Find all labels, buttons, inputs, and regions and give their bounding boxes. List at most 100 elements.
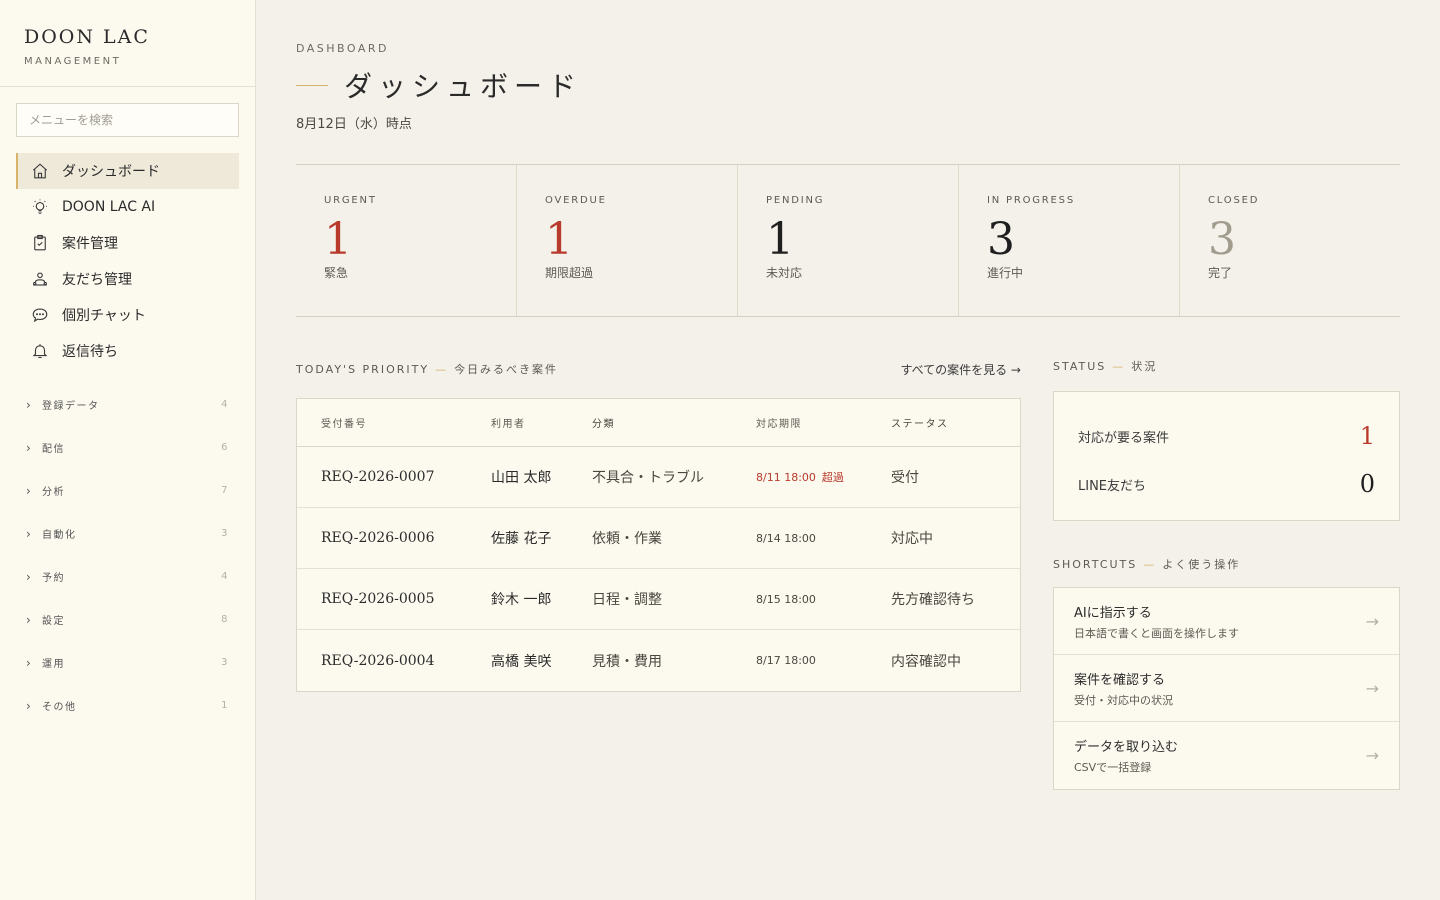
table-row[interactable]: REQ-2026-0004 高橋 美咲 見積・費用 8/17 18:00 内容確… (297, 630, 1020, 691)
lower-section: TODAY'S PRIORITY — 今日みるべき案件 すべての案件を見る → 受付… (296, 357, 1400, 790)
group-count: 6 (221, 442, 229, 453)
nav-group-automation[interactable]: › 自動化 3 (0, 512, 255, 555)
stat-sublabel: 進行中 (987, 266, 1024, 280)
shortcut-import-data[interactable]: データを取り込む CSVで一括登録 → (1054, 722, 1399, 789)
cell-user: 高橋 美咲 (491, 653, 552, 670)
title-dash: — (1143, 558, 1157, 571)
nav-label: 友だち管理 (62, 272, 132, 288)
nav-group-operations[interactable]: › 運用 3 (0, 641, 255, 684)
cell-id: REQ-2026-0006 (321, 530, 435, 546)
clipboard-icon (30, 233, 50, 253)
nav-item-friends[interactable]: 友だち管理 (16, 261, 239, 297)
stat-pending[interactable]: PENDING 1 未対応 (738, 165, 959, 316)
menu-search-input[interactable] (29, 113, 226, 127)
group-count: 3 (221, 528, 229, 539)
right-panel: STATUS — 状況 対応が要る案件 1 LINE友だち 0 SHORTCUTS —… (1053, 357, 1400, 790)
table-row[interactable]: REQ-2026-0005 鈴木 一郎 日程・調整 8/15 18:00 先方確… (297, 569, 1020, 630)
main-content: DASHBOARD ダッシュボード 8月12日（水）時点 URGENT 1 緊急… (296, 0, 1400, 790)
arrow-right-icon: → (1365, 611, 1379, 631)
status-row-line-friends[interactable]: LINE友だち 0 (1078, 460, 1375, 508)
stat-label: OVERDUE (545, 195, 607, 206)
priority-section: TODAY'S PRIORITY — 今日みるべき案件 すべての案件を見る → 受付… (296, 357, 1021, 790)
cell-id: REQ-2026-0005 (321, 591, 435, 607)
group-count: 3 (221, 657, 229, 668)
shortcut-ai-instruct[interactable]: AIに指示する 日本語で書くと画面を操作します → (1054, 588, 1399, 655)
table-row[interactable]: REQ-2026-0007 山田 太郎 不具合・トラブル 8/11 18:00 超… (297, 447, 1020, 508)
page-eyebrow: DASHBOARD (296, 42, 390, 55)
nav-item-dashboard[interactable]: ダッシュボード (16, 153, 239, 189)
shortcut-subtitle: 日本語で書くと画面を操作します (1074, 626, 1239, 640)
stat-closed[interactable]: CLOSED 3 完了 (1180, 165, 1400, 316)
group-count: 8 (221, 614, 229, 625)
nav-item-ai[interactable]: DOON LAC AI (16, 189, 239, 225)
nav-group-distribution[interactable]: › 配信 6 (0, 426, 255, 469)
chevron-right-icon: › (26, 483, 33, 498)
chevron-right-icon: › (26, 698, 33, 713)
group-count: 4 (221, 571, 229, 582)
stat-label: CLOSED (1208, 195, 1260, 206)
shortcuts-title: SHORTCUTS — よく使う操作 (1053, 556, 1240, 572)
table-row[interactable]: REQ-2026-0006 佐藤 花子 依頼・作業 8/14 18:00 対応中 (297, 508, 1020, 569)
cell-user: 鈴木 一郎 (491, 592, 552, 608)
col-header-status[interactable]: ステータス (891, 415, 1020, 430)
cell-due: 8/11 18:00 超過 (756, 469, 891, 485)
brand: DOON LAC MANAGEMENT (0, 0, 255, 87)
nav-group-other[interactable]: › その他 1 (0, 684, 255, 727)
cell-id: REQ-2026-0004 (321, 652, 435, 669)
shortcut-check-cases[interactable]: 案件を確認する 受付・対応中の状況 → (1054, 655, 1399, 722)
status-value: 0 (1359, 470, 1375, 498)
cell-user: 山田 太郎 (491, 470, 552, 486)
nav-label: 個別チャット (62, 308, 146, 324)
status-label: LINE友だち (1078, 478, 1147, 494)
stat-in-progress[interactable]: IN PROGRESS 3 進行中 (959, 165, 1180, 316)
nav-item-awaiting-reply[interactable]: 返信待ち (16, 333, 239, 369)
nav-group-reservations[interactable]: › 予約 4 (0, 555, 255, 598)
col-header-id[interactable]: 受付番号 (321, 415, 491, 430)
cell-category: 見積・費用 (592, 653, 662, 670)
page-title: ダッシュボード (344, 70, 583, 103)
status-row-needs-action[interactable]: 対応が要る案件 1 (1078, 412, 1375, 460)
chevron-right-icon: › (26, 655, 33, 670)
shortcut-text: データを取り込む CSVで一括登録 (1074, 736, 1366, 775)
group-label: 登録データ (42, 401, 100, 412)
priority-title: TODAY'S PRIORITY — 今日みるべき案件 (296, 361, 558, 377)
cell-status: 受付 (891, 470, 919, 486)
nav-label: ダッシュボード (62, 164, 160, 180)
nav-group-settings[interactable]: › 設定 8 (0, 598, 255, 641)
priority-title-en: TODAY'S PRIORITY (296, 363, 430, 376)
users-icon (30, 269, 50, 289)
title-accent-line (296, 84, 328, 86)
stat-sublabel: 未対応 (766, 266, 803, 280)
nav-group-registered-data[interactable]: › 登録データ 4 (0, 383, 255, 426)
stat-urgent[interactable]: URGENT 1 緊急 (296, 165, 517, 316)
priority-title-ja: 今日みるべき案件 (454, 363, 559, 376)
menu-search (16, 103, 239, 137)
stat-sublabel: 完了 (1208, 266, 1233, 280)
status-title-ja: 状況 (1131, 360, 1158, 373)
see-all-cases-link[interactable]: すべての案件を見る → (900, 361, 1021, 378)
cell-category: 日程・調整 (592, 592, 662, 608)
stat-overdue[interactable]: OVERDUE 1 期限超過 (517, 165, 738, 316)
cell-due: 8/17 18:00 (756, 654, 816, 667)
cell-category: 不具合・トラブル (592, 470, 704, 486)
lightbulb-icon (30, 197, 50, 217)
nav-item-cases[interactable]: 案件管理 (16, 225, 239, 261)
col-header-user[interactable]: 利用者 (491, 415, 592, 430)
nav-group-analytics[interactable]: › 分析 7 (0, 469, 255, 512)
chat-icon (30, 305, 50, 325)
overdue-badge: 超過 (821, 471, 844, 484)
home-icon (30, 161, 50, 181)
cell-due: 8/14 18:00 (756, 531, 816, 545)
shortcuts-title-en: SHORTCUTS (1053, 558, 1138, 571)
stats-strip: URGENT 1 緊急 OVERDUE 1 期限超過 PENDING 1 未対応… (296, 164, 1400, 317)
stat-sublabel: 期限超過 (545, 266, 594, 280)
group-count: 7 (221, 485, 229, 496)
nav-item-chat[interactable]: 個別チャット (16, 297, 239, 333)
col-header-due[interactable]: 対応期限 (756, 415, 891, 430)
status-header: STATUS — 状況 (1053, 357, 1400, 375)
title-dash: — (1112, 360, 1126, 373)
cell-category: 依頼・作業 (592, 531, 662, 547)
priority-table: 受付番号 利用者 分類 対応期限 ステータス REQ-2026-0007 山田 … (296, 398, 1021, 692)
shortcuts-title-ja: よく使う操作 (1162, 558, 1241, 571)
col-header-category[interactable]: 分類 (592, 415, 756, 430)
